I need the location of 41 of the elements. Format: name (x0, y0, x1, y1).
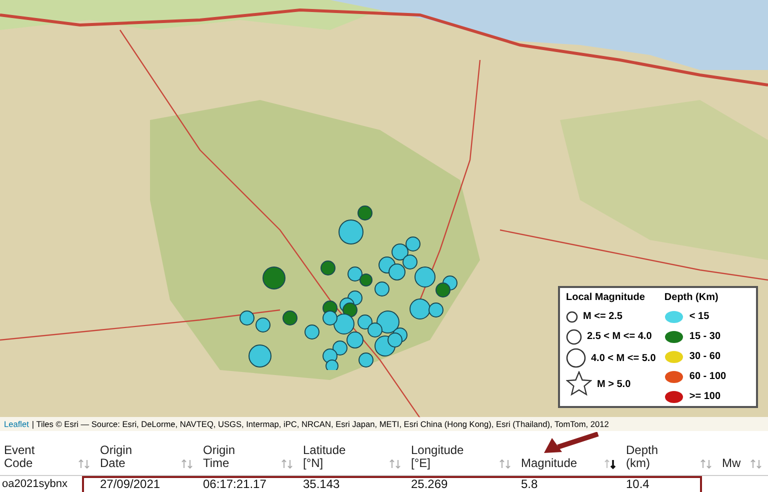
column-header[interactable]: Event Code (0, 431, 96, 475)
circle-icon (566, 348, 586, 368)
column-header[interactable]: Depth (km) (622, 431, 718, 475)
table-cell-text: 06:17:21.17 (202, 476, 268, 492)
leaflet-link[interactable]: Leaflet (4, 419, 29, 429)
column-header[interactable]: Longitude [°E] (407, 431, 517, 475)
legend-label: 15 - 30 (689, 331, 721, 342)
legend-label: 2.5 < M <= 4.0 (587, 331, 652, 342)
column-header[interactable]: Origin Date (96, 431, 199, 475)
column-header[interactable]: Magnitude (517, 431, 622, 475)
circle-icon (566, 328, 582, 344)
column-label: Mw (722, 457, 741, 470)
table-cell-text: 25.269 (410, 476, 449, 492)
star-icon (566, 371, 592, 397)
table-cell-text: oa2021sybnx (1, 477, 68, 492)
table-cell-text: 35.143 (302, 476, 341, 492)
column-header[interactable]: Origin Time (199, 431, 299, 475)
column-label: Origin Time (203, 444, 236, 470)
column-header[interactable]: Mw (718, 431, 768, 475)
legend-label: 4.0 < M <= 5.0 (591, 352, 656, 364)
column-label: Longitude [°E] (411, 444, 464, 470)
column-label: Event Code (4, 444, 35, 470)
table-cell-text: 5.8 (520, 476, 539, 492)
attribution-text: | Tiles © Esri — Source: Esri, DeLorme, NAVTEQ, USGS, Intermap, iPC, NRCAN, Esri Japan, METI, Esri China (Hong Kong), Esri (Thailand), TomTom, 2012 (32, 419, 609, 429)
legend-label: M <= 2.5 (583, 311, 622, 322)
table-cell-text: 10.4 (625, 476, 650, 492)
legend-label: >= 100 (689, 391, 721, 402)
legend-label: < 15 (689, 311, 710, 322)
legend-label: 30 - 60 (689, 351, 721, 362)
table-cell-text: 27/09/2021 (99, 476, 162, 492)
column-header[interactable]: Latitude [°N] (299, 431, 407, 475)
column-label: Latitude [°N] (303, 444, 346, 470)
column-label: Magnitude (521, 457, 578, 470)
legend-title: Depth (Km) (664, 292, 720, 303)
sort-icon[interactable] (604, 458, 616, 470)
legend-label: M > 5.0 (597, 378, 631, 390)
legend-label: 60 - 100 (689, 371, 726, 382)
column-label: Origin Date (100, 444, 132, 470)
column-label: Depth (km) (626, 444, 658, 470)
circle-icon (566, 310, 578, 322)
legend-title: Local Magnitude (566, 292, 646, 303)
